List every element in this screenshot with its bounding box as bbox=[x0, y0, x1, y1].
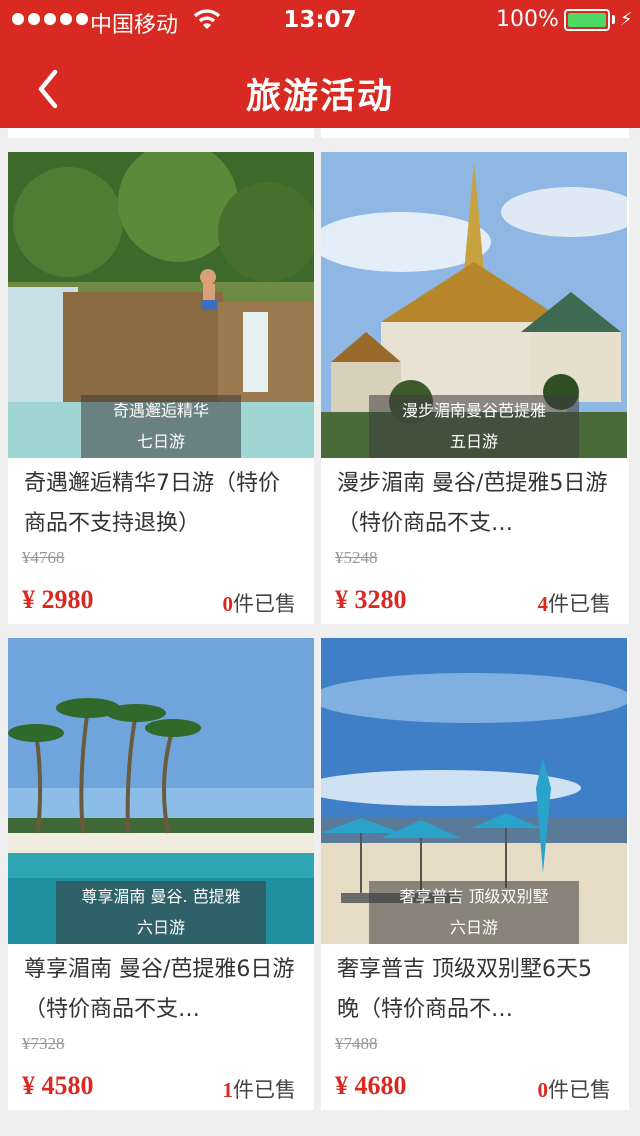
product-card[interactable]: 漫步湄南曼谷芭提雅 五日游 漫步湄南 曼谷/芭提雅5日游（特价商品不支… ¥52… bbox=[321, 152, 629, 624]
photo-caption: 奢享普吉 顶级双别墅 六日游 bbox=[369, 881, 579, 944]
sale-price: ¥ 4680 bbox=[335, 1071, 407, 1100]
battery-percentage: 100% bbox=[496, 7, 559, 32]
photo-caption: 漫步湄南曼谷芭提雅 五日游 bbox=[369, 395, 579, 458]
photo-caption: 尊享湄南 曼谷. 芭提雅 六日游 bbox=[56, 881, 266, 944]
caption-line-1: 奢享普吉 顶级双别墅 bbox=[399, 887, 549, 906]
caption-line-1: 漫步湄南曼谷芭提雅 bbox=[401, 401, 546, 420]
product-title[interactable]: 奢享普吉 顶级双别墅6天5晚（特价商品不… bbox=[337, 950, 613, 1030]
charging-icon: ⚡ bbox=[620, 9, 633, 30]
sold-number: 0 bbox=[537, 1078, 549, 1102]
previous-card-bottom bbox=[8, 128, 314, 138]
status-bar: 中国移动 13:07 100% ⚡ bbox=[0, 0, 640, 40]
battery-icon bbox=[564, 9, 610, 31]
sold-count: 0件已售 bbox=[538, 1074, 612, 1104]
sale-price: ¥ 4580 bbox=[22, 1071, 94, 1100]
sold-count: 0件已售 bbox=[223, 588, 297, 618]
sold-number: 0 bbox=[222, 592, 234, 616]
caption-line-1: 尊享湄南 曼谷. 芭提雅 bbox=[81, 887, 241, 906]
product-title[interactable]: 奇遇邂逅精华7日游（特价商品不支持退换） bbox=[24, 464, 300, 544]
original-price: ¥5248 bbox=[335, 548, 378, 567]
original-price: ¥7488 bbox=[335, 1034, 378, 1053]
sale-price: ¥ 2980 bbox=[22, 585, 94, 614]
product-card[interactable]: 奇遇邂逅精华 七日游 奇遇邂逅精华7日游（特价商品不支持退换） ¥4768 ¥ … bbox=[8, 152, 314, 624]
caption-line-2: 六日游 bbox=[136, 918, 185, 937]
product-title[interactable]: 漫步湄南 曼谷/芭提雅5日游（特价商品不支… bbox=[337, 464, 613, 544]
sold-suffix: 件已售 bbox=[548, 592, 611, 616]
original-price: ¥7328 bbox=[22, 1034, 65, 1053]
caption-line-2: 七日游 bbox=[136, 432, 185, 451]
photo-caption: 奇遇邂逅精华 七日游 bbox=[81, 395, 241, 458]
sale-price: ¥ 3280 bbox=[335, 585, 407, 614]
sold-count: 4件已售 bbox=[538, 588, 612, 618]
product-photo[interactable]: 漫步湄南曼谷芭提雅 五日游 bbox=[321, 152, 627, 458]
sold-suffix: 件已售 bbox=[233, 592, 296, 616]
original-price: ¥4768 bbox=[22, 548, 65, 567]
caption-line-2: 六日游 bbox=[449, 918, 498, 937]
caption-line-2: 五日游 bbox=[449, 432, 498, 451]
product-photo[interactable]: 奢享普吉 顶级双别墅 六日游 bbox=[321, 638, 627, 944]
page-title: 旅游活动 bbox=[245, 77, 394, 117]
caption-line-1: 奇遇邂逅精华 bbox=[112, 401, 209, 420]
sold-count: 1件已售 bbox=[223, 1074, 297, 1104]
navigation-header: 中国移动 13:07 100% ⚡ 旅游活动 bbox=[0, 0, 640, 128]
battery-tip bbox=[612, 15, 615, 24]
sold-suffix: 件已售 bbox=[233, 1078, 296, 1102]
sold-suffix: 件已售 bbox=[548, 1078, 611, 1102]
product-photo[interactable]: 尊享湄南 曼谷. 芭提雅 六日游 bbox=[8, 638, 314, 944]
product-card[interactable]: 尊享湄南 曼谷. 芭提雅 六日游 尊享湄南 曼谷/芭提雅6日游（特价商品不支… … bbox=[8, 638, 314, 1110]
sold-number: 4 bbox=[537, 592, 549, 616]
product-card[interactable]: 奢享普吉 顶级双别墅 六日游 奢享普吉 顶级双别墅6天5晚（特价商品不… ¥74… bbox=[321, 638, 629, 1110]
previous-card-bottom bbox=[321, 128, 629, 138]
product-title[interactable]: 尊享湄南 曼谷/芭提雅6日游（特价商品不支… bbox=[24, 950, 300, 1030]
product-photo[interactable]: 奇遇邂逅精华 七日游 bbox=[8, 152, 314, 458]
sold-number: 1 bbox=[222, 1078, 234, 1102]
